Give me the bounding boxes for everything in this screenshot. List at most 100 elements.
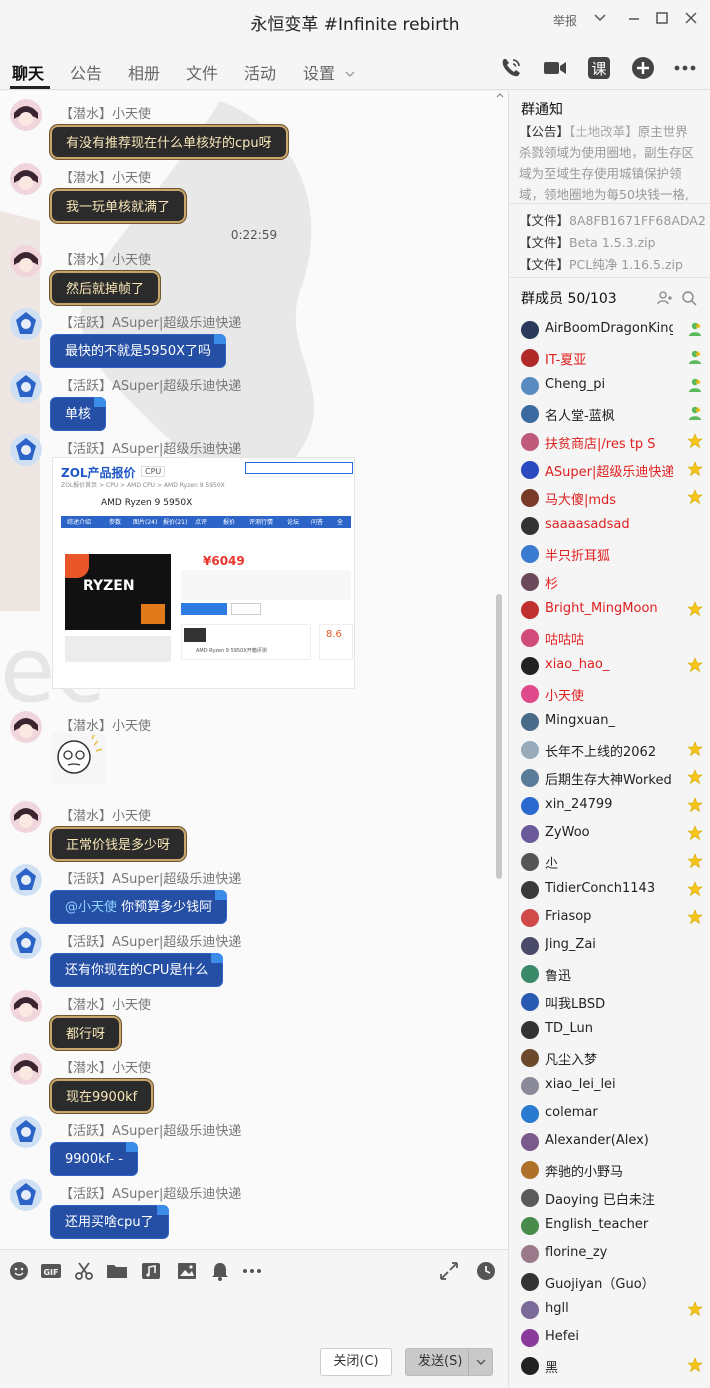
chevron-down-icon[interactable] <box>590 10 610 30</box>
member-item[interactable]: 长年不上线的2062 <box>521 739 703 761</box>
member-item[interactable]: Cheng_pi <box>521 375 703 397</box>
sender-name[interactable]: 【潜水】小天使 <box>60 715 151 734</box>
avatar[interactable] <box>10 1116 42 1148</box>
tab-chat[interactable]: 聊天 <box>12 60 44 84</box>
message-bubble[interactable]: @小天使 你预算多少钱阿 <box>50 890 228 924</box>
member-item[interactable]: 黑 <box>521 1355 703 1377</box>
member-item[interactable]: Hefei <box>521 1327 703 1349</box>
member-item[interactable]: Jing_Zai <box>521 935 703 957</box>
member-item[interactable]: xiao_lei_lei <box>521 1075 703 1097</box>
send-button[interactable]: 发送(S) <box>405 1348 493 1376</box>
member-item[interactable]: 尐 <box>521 851 703 873</box>
member-item[interactable]: 后期生存大神Worked <box>521 767 703 789</box>
member-avatar[interactable] <box>521 657 539 675</box>
sender-name[interactable]: 【潜水】小天使 <box>60 994 151 1013</box>
member-avatar[interactable] <box>521 629 539 647</box>
collapse-panel-icon[interactable] <box>495 91 505 104</box>
avatar[interactable] <box>10 864 42 896</box>
avatar[interactable] <box>10 434 42 466</box>
member-avatar[interactable] <box>521 573 539 591</box>
member-avatar[interactable] <box>521 545 539 563</box>
avatar[interactable] <box>10 990 42 1022</box>
member-item[interactable]: English_teacher <box>521 1215 703 1237</box>
expand-icon[interactable] <box>438 1260 460 1282</box>
member-avatar[interactable] <box>521 937 539 955</box>
sender-name[interactable]: 【潜水】小天使 <box>60 1057 151 1076</box>
member-item[interactable]: 鲁迅 <box>521 963 703 985</box>
message-input-area[interactable]: GIF 关闭(C) 发送(S) <box>0 1249 508 1388</box>
group-notice-body[interactable]: 【公告】【土地改革】原主世界杀戮领域为使用圈地，副生存区域为至域生存使用城镇保护… <box>519 121 699 203</box>
member-avatar[interactable] <box>521 1133 539 1151</box>
image-message[interactable]: ZOL产品报价 CPU ZOL报价首页 > CPU > AMD CPU > AM… <box>52 457 355 689</box>
tab-settings[interactable]: 设置 <box>303 60 356 84</box>
send-options-chevron-icon[interactable] <box>468 1349 492 1375</box>
phone-icon[interactable] <box>498 55 524 81</box>
member-avatar[interactable] <box>521 405 539 423</box>
message-bubble[interactable]: 然后就掉帧了 <box>50 271 161 305</box>
member-item[interactable]: colemar <box>521 1103 703 1125</box>
image-icon[interactable] <box>176 1260 198 1282</box>
member-avatar[interactable] <box>521 1021 539 1039</box>
member-avatar[interactable] <box>521 881 539 899</box>
sender-name[interactable]: 【潜水】小天使 <box>60 103 151 122</box>
add-member-icon[interactable] <box>657 290 673 306</box>
member-avatar[interactable] <box>521 1273 539 1291</box>
member-avatar[interactable] <box>521 1189 539 1207</box>
member-item[interactable]: 杉 <box>521 571 703 593</box>
tab-announcement[interactable]: 公告 <box>70 60 102 84</box>
member-item[interactable]: Mingxuan_ <box>521 711 703 733</box>
message-bubble[interactable]: 有没有推荐现在什么单核好的cpu呀 <box>50 125 288 159</box>
message-bubble[interactable]: 单核 <box>50 397 107 431</box>
member-item[interactable]: 叫我LBSD <box>521 991 703 1013</box>
member-avatar[interactable] <box>521 1217 539 1235</box>
member-item[interactable]: xiao_hao_ <box>521 655 703 677</box>
avatar[interactable] <box>10 99 42 131</box>
member-avatar[interactable] <box>521 1329 539 1347</box>
search-icon[interactable] <box>681 290 697 306</box>
member-avatar[interactable] <box>521 685 539 703</box>
member-item[interactable]: 咕咕咕 <box>521 627 703 649</box>
member-avatar[interactable] <box>521 713 539 731</box>
gif-icon[interactable]: GIF <box>40 1260 62 1282</box>
tab-files[interactable]: 文件 <box>186 60 218 84</box>
member-item[interactable]: 小天使 <box>521 683 703 705</box>
report-link[interactable]: 举报 <box>553 12 577 29</box>
close-button[interactable]: 关闭(C) <box>320 1348 392 1376</box>
tab-album[interactable]: 相册 <box>128 60 160 84</box>
member-item[interactable]: 扶贫商店|/res tp S <box>521 431 703 453</box>
sender-name[interactable]: 【活跃】ASuper|超级乐迪快递 <box>60 438 241 457</box>
member-item[interactable]: Bright_MingMoon <box>521 599 703 621</box>
tab-activity[interactable]: 活动 <box>244 60 276 84</box>
member-avatar[interactable] <box>521 741 539 759</box>
message-bubble[interactable]: 现在9900kf <box>50 1079 154 1113</box>
member-avatar[interactable] <box>521 461 539 479</box>
member-avatar[interactable] <box>521 321 539 339</box>
sender-name[interactable]: 【潜水】小天使 <box>60 805 151 824</box>
avatar[interactable] <box>10 927 42 959</box>
bell-icon[interactable] <box>209 1260 231 1282</box>
member-avatar[interactable] <box>521 349 539 367</box>
emoji-icon[interactable] <box>8 1260 30 1282</box>
video-icon[interactable] <box>542 55 568 81</box>
member-avatar[interactable] <box>521 377 539 395</box>
member-item[interactable]: IT-夏亚 <box>521 347 703 369</box>
sender-name[interactable]: 【活跃】ASuper|超级乐迪快递 <box>60 375 241 394</box>
member-avatar[interactable] <box>521 797 539 815</box>
sender-name[interactable]: 【活跃】ASuper|超级乐迪快递 <box>60 1183 241 1202</box>
avatar[interactable] <box>10 1179 42 1211</box>
close-icon[interactable] <box>681 10 701 30</box>
member-item[interactable]: ZyWoo <box>521 823 703 845</box>
member-avatar[interactable] <box>521 909 539 927</box>
sender-name[interactable]: 【活跃】ASuper|超级乐迪快递 <box>60 1120 241 1139</box>
member-item[interactable]: 半只折耳狐 <box>521 543 703 565</box>
member-avatar[interactable] <box>521 517 539 535</box>
file-item[interactable]: 【文件】Beta 1.5.3.zip <box>519 232 705 251</box>
mention-link[interactable]: @小天使 <box>65 900 117 915</box>
member-item[interactable]: Alexander(Alex) <box>521 1131 703 1153</box>
member-item[interactable]: 凡尘入梦 <box>521 1047 703 1069</box>
member-item[interactable]: 奔驰的小野马 <box>521 1159 703 1181</box>
message-bubble[interactable]: 还用买啥cpu了 <box>50 1205 169 1239</box>
member-item[interactable]: 名人堂-蓝枫 <box>521 403 703 425</box>
avatar[interactable] <box>10 711 42 743</box>
sender-name[interactable]: 【潜水】小天使 <box>60 249 151 268</box>
